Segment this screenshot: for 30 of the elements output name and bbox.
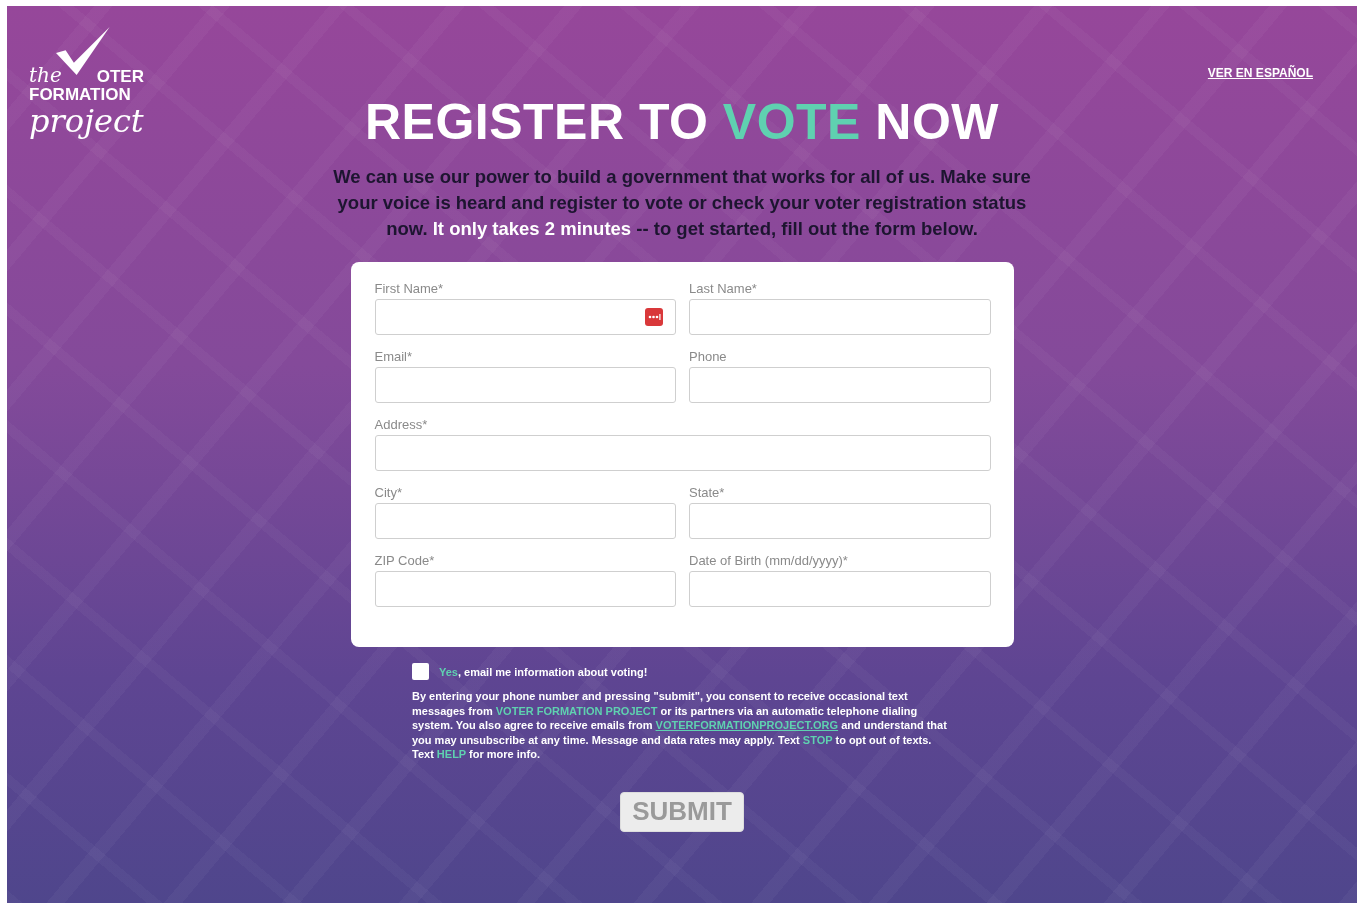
website-link[interactable]: VOTERFORMATIONPROJECT.ORG [655,719,839,732]
field-label: State* [689,485,726,501]
input-field[interactable] [374,435,991,471]
input-field[interactable] [374,299,676,335]
field-label: Phone [689,349,728,365]
input-field[interactable] [374,367,676,403]
field-label: City* [374,485,403,501]
logo-text: the [29,64,62,86]
input-field[interactable] [689,571,991,607]
input-field[interactable] [689,299,991,335]
field-label: First Name* [374,281,445,297]
field-label: Email* [374,349,414,365]
logo-text: FORMATION [29,86,132,103]
input-field[interactable] [374,503,676,539]
input-field[interactable] [689,367,991,403]
input-field[interactable] [374,571,676,607]
logo-text: project [29,103,144,139]
field-label: Last Name* [689,281,758,297]
checkbox-label: Yes, email me information about voting! [439,665,648,678]
checkbox[interactable] [412,663,429,680]
logo-text: OTER [96,68,144,86]
language-link[interactable]: VER EN ESPAÑOL [1207,66,1313,80]
field-label: Address* [374,417,429,433]
input-field[interactable] [689,503,991,539]
field-label: ZIP Code* [374,553,436,569]
intro-paragraph: We can use our power to build a government that works for all of us. Make sure your voice is heard and register to vote or check your voter registration status now. It only takes 2 minutes -- to get started, fill out the form below. [332,165,1032,241]
password-manager-icon[interactable] [645,308,663,326]
field-label: Date of Birth (mm/dd/yyyy)* [689,553,849,569]
consent-text: By entering your phone number and pressing "submit", you consent to receive occasional text messages from VOTER FORMATION PROJECT or its partners via an automatic telephone dialing system. You also agree to receive emails from VOTERFORMATIONPROJECT.ORG and understand that you may unsubscribe at any time. Message and data rates may apply. Text STOP to opt out of texts. Text HELP for more info. [412,689,948,762]
page-heading: REGISTER TO VOTE NOW [364,94,1000,150]
